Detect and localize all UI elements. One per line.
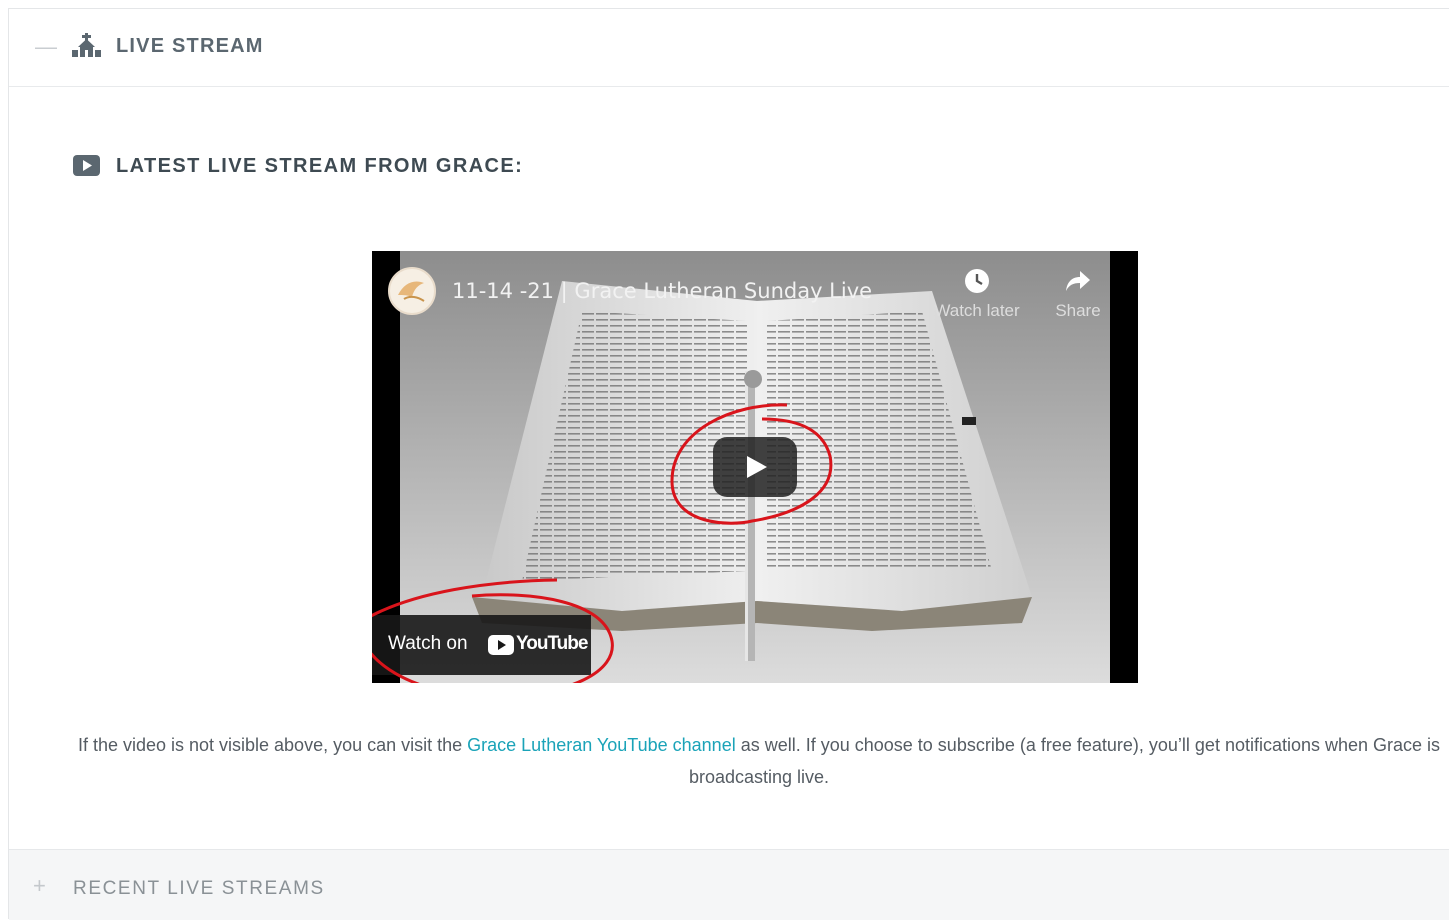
- accordion-header-recent-live-streams[interactable]: + RECENT LIVE STREAMS: [9, 849, 1449, 920]
- collapse-toggle-icon[interactable]: —: [35, 35, 57, 59]
- play-button[interactable]: [713, 437, 797, 497]
- youtube-logo-icon: [488, 635, 514, 655]
- share-label: Share: [1055, 301, 1101, 320]
- expand-toggle-icon[interactable]: +: [33, 874, 46, 898]
- watch-later-label: Watch later: [934, 301, 1020, 320]
- video-play-icon: [73, 155, 100, 176]
- video-title[interactable]: 11-14 -21 | Grace Lutheran Sunday Live: [452, 279, 872, 303]
- youtube-video-embed[interactable]: 11-14 -21 | Grace Lutheran Sunday Live W…: [372, 251, 1138, 683]
- help-caption: If the video is not visible above, you c…: [69, 729, 1449, 793]
- youtube-channel-link[interactable]: Grace Lutheran YouTube channel: [467, 735, 736, 755]
- watch-on-label: Watch on: [388, 633, 468, 654]
- youtube-wordmark: YouTube: [516, 633, 588, 654]
- share-arrow-icon: [1066, 271, 1090, 291]
- caption-text-start: If the video is not visible above, you c…: [77, 735, 468, 755]
- church-icon: [72, 33, 101, 57]
- live-stream-panel: — LIVE STREAM LATEST LIVE STREAM FROM GR…: [8, 8, 1449, 920]
- share-button[interactable]: Share: [1023, 267, 1133, 321]
- channel-avatar[interactable]: [388, 267, 436, 315]
- section-heading: LATEST LIVE STREAM FROM GRACE:: [116, 155, 524, 177]
- accordion-header-live-stream[interactable]: — LIVE STREAM: [9, 9, 1449, 87]
- caption-text-end: as well. If you choose to subscribe (a f…: [688, 735, 1441, 787]
- watch-later-button[interactable]: Watch later: [922, 267, 1032, 321]
- accordion-title: LIVE STREAM: [116, 35, 264, 57]
- clock-icon: [965, 269, 989, 293]
- recent-live-streams-title: RECENT LIVE STREAMS: [73, 878, 325, 899]
- watch-on-youtube-button[interactable]: Watch on YouTube: [372, 615, 591, 675]
